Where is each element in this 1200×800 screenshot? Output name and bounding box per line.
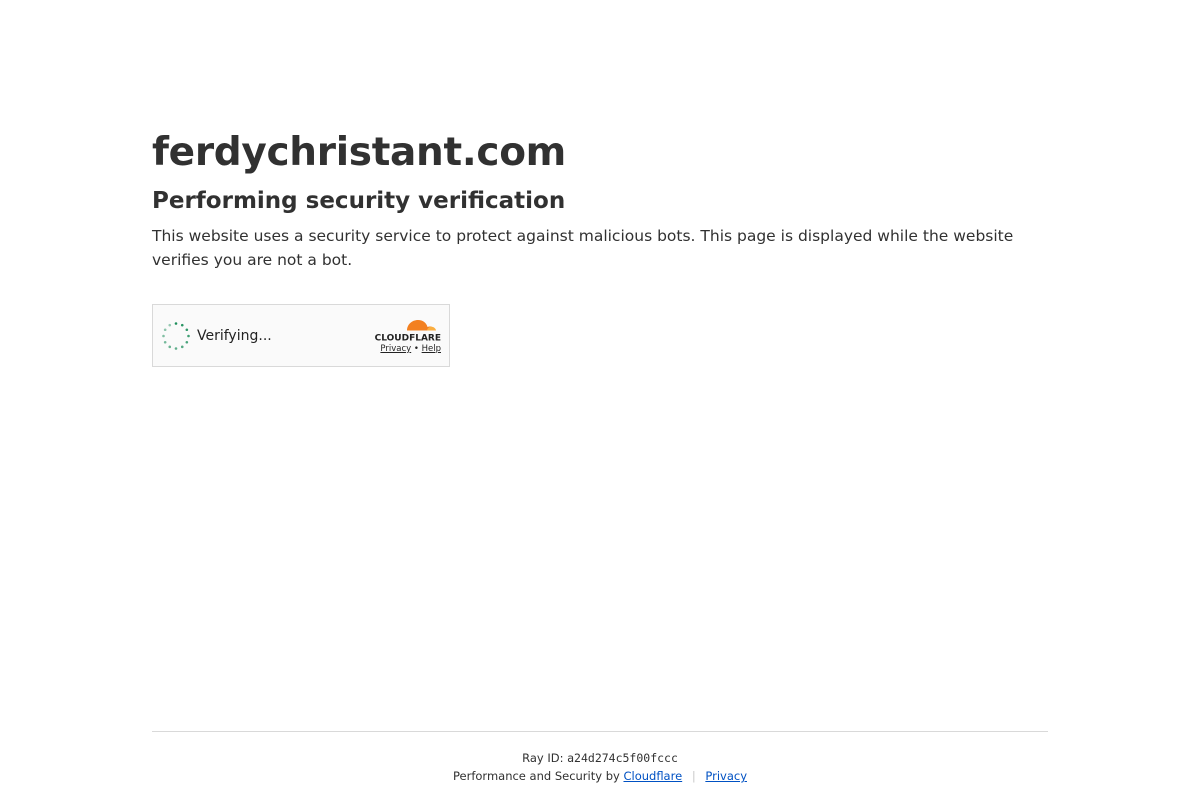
ray-id-label: Ray ID: (522, 751, 564, 765)
cloudflare-wordmark: CLOUDFLARE (375, 334, 441, 343)
cloudflare-cloud-icon: CLOUDFLARE (375, 320, 441, 343)
main-content: ferdychristant.com Performing security v… (152, 128, 1048, 367)
cloudflare-brand: CLOUDFLARE Privacy • Help (361, 316, 441, 355)
privacy-link[interactable]: Privacy (705, 769, 747, 783)
loading-spinner-icon (162, 322, 190, 350)
page: ferdychristant.com Performing security v… (0, 0, 1200, 800)
cloudflare-link[interactable]: Cloudflare (623, 769, 682, 783)
page-subtitle: Performing security verification (152, 188, 566, 214)
site-title: ferdychristant.com (152, 130, 567, 175)
footer: Ray ID: a24d274c5f00fccc Performance and… (152, 731, 1048, 784)
performance-text: Performance and Security by (453, 769, 620, 783)
footer-separator: | (691, 769, 696, 783)
widget-links: Privacy • Help (361, 344, 441, 355)
widget-link-separator: • (413, 344, 419, 354)
widget-help-link[interactable]: Help (422, 344, 441, 354)
page-description: This website uses a security service to … (152, 227, 1014, 269)
performance-line: Performance and Security by Cloudflare |… (152, 768, 1048, 784)
ray-id-value: a24d274c5f00fccc (567, 751, 678, 765)
widget-privacy-link[interactable]: Privacy (380, 344, 411, 354)
verifying-status: Verifying... (197, 328, 272, 344)
turnstile-widget[interactable]: Verifying... CLOUDFLARE Privacy • Help (152, 304, 450, 367)
ray-id-line: Ray ID: a24d274c5f00fccc (152, 750, 1048, 766)
